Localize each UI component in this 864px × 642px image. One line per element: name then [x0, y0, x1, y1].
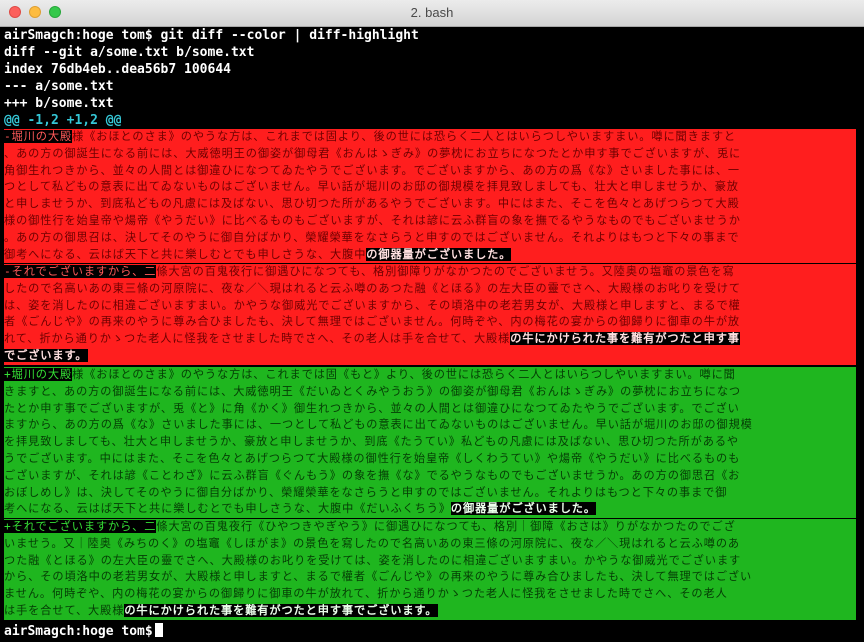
deleted-paragraph-1: -堀川の大殿様《おほとのさま》のやうな方は、これまでは固より、後の世には恐らく二…: [4, 129, 856, 264]
word-highlight: の御器量がございました。: [366, 247, 512, 261]
line-text: れて、折から通りかゝつた老人に怪我をさせました時でさへ、その老人は手を合せて、大…: [4, 332, 511, 346]
line-text: 者《ごんじや》の再来のやうに尊み合ひましたも、決して無理ではございません。何時ぞ…: [4, 315, 740, 329]
line-text: 御考へになる、云はば天下と共に樂しむとでも申しさうな、大腹中: [4, 247, 367, 261]
old-file-line: --- a/some.txt: [4, 79, 114, 94]
line-text: 考へになる、云はば天下と共に樂しむとでも申しさうな、大腹中《だいふくちう》: [4, 502, 451, 516]
title-bar[interactable]: 2. bash: [0, 0, 864, 27]
line-text: を拝見致しましても、壮大と申しませうか、豪放と申しませうか、到底《たうてい》私ど…: [4, 435, 739, 449]
added-line: +それでございますから、二條大宮の百鬼夜行《ひやつきやぎやう》に御遇ひになつても…: [4, 519, 856, 536]
deleted-line: 。あの方の御思召は、決してそのやうに御自分ばかり、榮耀榮華をなさらうと申すのでは…: [4, 229, 856, 247]
line-text: ません。何時ぞや、内の梅花の宴からの御歸りに御車の牛が放れて、折から通りかゝつた…: [4, 587, 728, 601]
deleted-line: は、姿を消したのに相違ございますまい。かやうな御威光でございますから、その頃洛中…: [4, 297, 856, 315]
line-text: と申しませうか、到底私どもの凡慮には及ばない、思ひ切つた所があるやうでございます…: [4, 197, 740, 211]
line-text: は、姿を消したのに相違ございますまい。かやうな御威光でございますから、その頃洛中…: [4, 298, 741, 312]
deleted-line: れて、折から通りかゝつた老人に怪我をさせました時でさへ、その老人は手を合せて、大…: [4, 331, 856, 348]
word-highlight: -堀川の大殿: [4, 130, 73, 143]
line-text: したので名高いあの東三條の河原院に、夜な／＼現はれると云ふ噂のあつた融《とほる》…: [4, 281, 742, 295]
line-text: 、あの方の御誕生になる前には、大威徳明王の御姿が御母君《おんはゝぎみ》の夢枕にお…: [4, 146, 742, 160]
added-line: +堀川の大殿様《おほとのさま》のやうな方は、これまでは固《もと》より、後の世には…: [4, 367, 856, 384]
added-line: を拝見致しましても、壮大と申しませうか、豪放と申しませうか、到底《たうてい》私ど…: [4, 434, 856, 451]
terminal-output[interactable]: airSmagch:hoge tom$ git diff --color | d…: [0, 27, 864, 642]
added-line: ございますが、それは諺《ことわざ》に云ふ群盲《ぐんもう》の象を撫《な》でるやうな…: [4, 467, 856, 485]
new-file-line: +++ b/some.txt: [4, 96, 114, 111]
word-highlight: +それでございますから、二: [4, 520, 157, 533]
deleted-line: -それでございますから、二條大宮の百鬼夜行に御遇ひになつても、格別御障りがなかつ…: [4, 264, 856, 281]
line-text: 條大宮の百鬼夜行《ひやつきやぎやう》に御遇ひになつても、格別｜御障《おさは》りが…: [156, 520, 736, 533]
deleted-line: 角御生れつきから、並々の人間とは御違ひになつてゐたやうでございます。でございます…: [4, 162, 856, 180]
word-highlight: の牛にかけられた事を難有がつたと申す事: [510, 332, 740, 346]
line-text: 角御生れつきから、並々の人間とは御違ひになつてゐたやうでございます。でございます…: [4, 163, 740, 177]
word-highlight: の牛にかけられた事を難有がつたと申す事でございます。: [124, 603, 438, 617]
shell-prompt[interactable]: airSmagch:hoge tom$: [4, 623, 163, 639]
deleted-line: でございます。: [4, 347, 856, 365]
added-line: は手を合せて、大殿様の牛にかけられた事を難有がつたと申す事でございます。: [4, 602, 856, 620]
deleted-line: 様の御性行を始皇帝や煬帝《やうだい》に比べるものもございますが、それは諺に云ふ群…: [4, 212, 856, 230]
deleted-line: 御考へになる、云はば天下と共に樂しむとでも申しさうな、大腹中の御器量がございまし…: [4, 246, 856, 264]
line-text: 様《おほとのさま》のやうな方は、これまでは固《もと》より、後の世には恐らく二人と…: [72, 368, 736, 381]
window-title: 2. bash: [410, 5, 454, 20]
added-line: ません。何時ぞや、内の梅花の宴からの御歸りに御車の牛が放れて、折から通りかゝつた…: [4, 586, 856, 603]
line-text: ますから、あの方の爲《な》さいました事には、一つとして私どもの意表に出てゐないも…: [4, 418, 753, 432]
deleted-line: 、あの方の御誕生になる前には、大威徳明王の御姿が御母君《おんはゝぎみ》の夢枕にお…: [4, 145, 856, 163]
deleted-line: -堀川の大殿様《おほとのさま》のやうな方は、これまでは固より、後の世には恐らく二…: [4, 129, 856, 146]
line-text: たとか申す事でございますが、兎《と》に角《かく》御生れつきから、並々の人間とは御…: [4, 401, 740, 415]
hunk-header: @@ -1,2 +1,2 @@: [4, 113, 122, 128]
added-line: きますと、あの方の御誕生になる前には、大威徳明王《だいゐとくみやうおう》の御姿が…: [4, 383, 856, 401]
added-line: ますから、あの方の爲《な》さいました事には、一つとして私どもの意表に出てゐないも…: [4, 417, 856, 435]
diff-header-line: diff --git a/some.txt b/some.txt: [4, 45, 255, 60]
added-line: つた融《とほる》の左大臣の靈でさへ、大殿様のお叱りを受けては、姿を消したのに相違…: [4, 552, 856, 570]
line-text: いませう。又｜陸奥《みちのく》の塩竈《しほがま》の景色を寫したので名高いあの東三…: [4, 536, 740, 550]
added-line: から、その頃洛中の老若男女が、大殿様と申しますと、まるで權者《ごんじや》の再来の…: [4, 569, 856, 587]
command-line: airSmagch:hoge tom$ git diff --color | d…: [4, 28, 419, 43]
deleted-line: つとして私どもの意表に出てゐないものはございません。早い話が堀川のお邸の御規模を…: [4, 179, 856, 197]
added-paragraph-1: +堀川の大殿様《おほとのさま》のやうな方は、これまでは固《もと》より、後の世には…: [4, 367, 856, 519]
line-text: おぼしめし》は、決してそのやうに御自分ばかり、榮耀榮華をなさらうと申すのではござ…: [4, 485, 728, 499]
prompt-text: airSmagch:hoge tom$: [4, 624, 153, 639]
added-line: 考へになる、云はば天下と共に樂しむとでも申しさうな、大腹中《だいふくちう》の御器…: [4, 501, 856, 519]
word-highlight: -それでございますから、二: [4, 265, 157, 278]
line-text: つとして私どもの意表に出てゐないものはございません。早い話が堀川のお邸の御規模を…: [4, 180, 739, 194]
word-highlight: でございます。: [4, 348, 88, 362]
text-cursor: [154, 623, 163, 637]
terminal-window: 2. bash airSmagch:hoge tom$ git diff --c…: [0, 0, 864, 642]
deleted-line: したので名高いあの東三條の河原院に、夜な／＼現はれると云ふ噂のあつた融《とほる》…: [4, 280, 856, 298]
line-text: は手を合せて、大殿様: [4, 603, 125, 617]
line-text: 。あの方の御思召は、決してそのやうに御自分ばかり、榮耀榮華をなさらうと申すのでは…: [4, 230, 740, 244]
line-text: 條大宮の百鬼夜行に御遇ひになつても、格別御障りがなかつたのでございませう。又陸奥…: [156, 265, 735, 278]
line-text: 様《おほとのさま》のやうな方は、これまでは固より、後の世には恐らく二人とはいらつ…: [72, 130, 736, 143]
deleted-paragraph-2: -それでございますから、二條大宮の百鬼夜行に御遇ひになつても、格別御障りがなかつ…: [4, 264, 856, 365]
line-text: 様の御性行を始皇帝や煬帝《やうだい》に比べるものもございますが、それは諺に云ふ群…: [4, 213, 741, 227]
deleted-line: 者《ごんじや》の再来のやうに尊み合ひましたも、決して無理ではございません。何時ぞ…: [4, 314, 856, 332]
line-text: きますと、あの方の御誕生になる前には、大威徳明王《だいゐとくみやうおう》の御姿が…: [4, 384, 742, 398]
word-highlight: +堀川の大殿: [4, 368, 73, 381]
line-text: から、その頃洛中の老若男女が、大殿様と申しますと、まるで權者《ごんじや》の再来の…: [4, 570, 753, 584]
added-line: おぼしめし》は、決してそのやうに御自分ばかり、榮耀榮華をなさらうと申すのではござ…: [4, 484, 856, 502]
line-text: ございますが、それは諺《ことわざ》に云ふ群盲《ぐんもう》の象を撫《な》でるやうな…: [4, 468, 741, 482]
line-text: つた融《とほる》の左大臣の靈でさへ、大殿様のお叱りを受けては、姿を消したのに相違…: [4, 553, 742, 567]
added-line: うでございます。中にはまた、そこを色々とあげつらつて大殿様の御性行を始皇帝《しく…: [4, 450, 856, 468]
added-paragraph-2: +それでございますから、二條大宮の百鬼夜行《ひやつきやぎやう》に御遇ひになつても…: [4, 519, 856, 620]
line-text: うでございます。中にはまた、そこを色々とあげつらつて大殿様の御性行を始皇帝《しく…: [4, 451, 741, 465]
deleted-line: と申しませうか、到底私どもの凡慮には及ばない、思ひ切つた所があるやうでございます…: [4, 196, 856, 213]
added-line: たとか申す事でございますが、兎《と》に角《かく》御生れつきから、並々の人間とは御…: [4, 400, 856, 418]
word-highlight: の御器量がございました。: [450, 502, 596, 516]
added-line: いませう。又｜陸奥《みちのく》の塩竈《しほがま》の景色を寫したので名高いあの東三…: [4, 535, 856, 553]
index-line: index 76db4eb..dea56b7 100644: [4, 62, 231, 77]
